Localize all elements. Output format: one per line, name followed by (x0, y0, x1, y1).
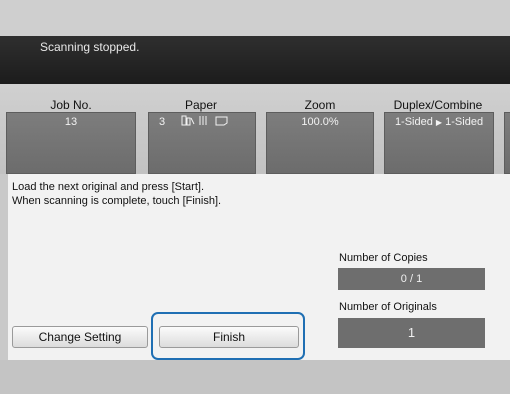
originals-value: 1 (407, 325, 416, 340)
paper-count: 3 (159, 116, 166, 128)
duplex-value-right: 1-Sided (445, 116, 484, 128)
paper-label: Paper (184, 98, 218, 112)
status-message: Scanning stopped. (40, 40, 140, 54)
job-no-box: 13 (6, 112, 136, 174)
message-line-2: When scanning is complete, touch [Finish… (12, 195, 222, 207)
originals-value-box: 1 (338, 318, 485, 348)
copies-label: Number of Copies (339, 252, 428, 264)
zoom-box: 100.0% (266, 112, 374, 174)
bottom-strip (0, 360, 510, 394)
duplex-box: 1-Sided ▶ 1-Sided (384, 112, 494, 174)
right-triangle-icon: ▶ (435, 118, 443, 127)
zoom-value: 100.0% (301, 116, 339, 128)
paper-box: 3 (148, 112, 256, 174)
originals-label: Number of Originals (339, 301, 437, 313)
paper-tray-icons (181, 115, 229, 126)
duplex-value-left: 1-Sided (394, 116, 433, 128)
zoom-label: Zoom (304, 98, 336, 112)
job-info-panel: Job No. 13 Paper 3 Zoom 100.0% Duplex/Co… (0, 84, 510, 174)
duplex-label: Duplex/Combine (393, 98, 483, 112)
copies-value-box: 0 / 1 (338, 268, 485, 290)
copies-value: 0 / 1 (400, 273, 423, 285)
status-bar: Scanning stopped. (0, 36, 510, 84)
paper-size-icon (181, 115, 195, 126)
duplex-value: 1-Sided ▶ 1-Sided (385, 116, 493, 128)
message-line-1: Load the next original and press [Start]… (12, 181, 205, 193)
tray-icon (199, 116, 207, 125)
output-tray-icon (215, 116, 228, 126)
change-setting-button[interactable]: Change Setting (12, 326, 148, 348)
job-no-value: 13 (64, 116, 78, 128)
job-no-label: Job No. (50, 98, 92, 112)
top-strip (0, 0, 510, 36)
finish-button[interactable]: Finish (159, 326, 299, 348)
next-column-box (504, 112, 510, 174)
scan-screen: Scanning stopped. Job No. 13 Paper 3 Zoo… (0, 0, 510, 394)
